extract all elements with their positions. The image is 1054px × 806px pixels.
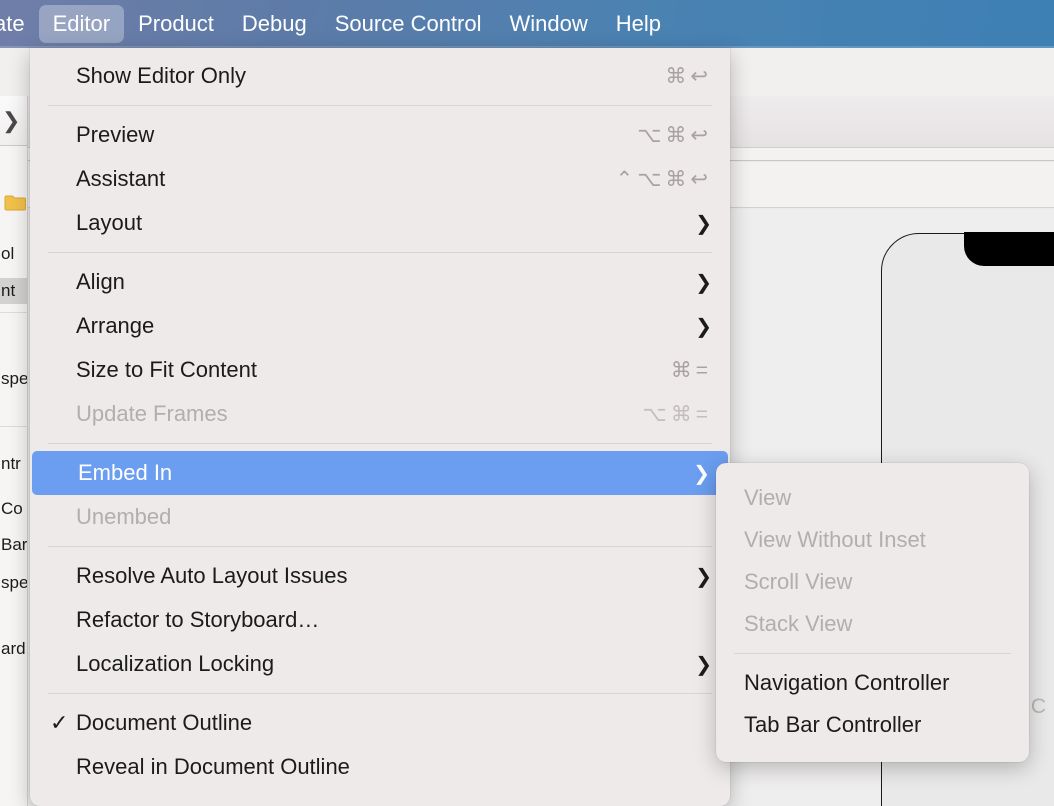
chevron-right-icon: ❯: [695, 315, 712, 338]
menu-item-label: Localization Locking: [76, 651, 275, 676]
menu-bar[interactable]: ate Editor Product Debug Source Control …: [0, 0, 1054, 48]
submenu-item-label: View Without Inset: [744, 527, 926, 552]
submenu-item-label: View: [744, 485, 792, 510]
menu-item-label: Reveal in Document Outline: [76, 754, 350, 779]
checkmark-icon: ✓: [50, 710, 69, 735]
navigator-divider: [0, 312, 27, 313]
chevron-right-icon: ❯: [695, 271, 712, 294]
chevron-right-icon: ❯: [695, 653, 712, 676]
menu-item-label: Unembed: [76, 504, 172, 529]
menu-item-preview[interactable]: Preview ⌥⌘↩: [30, 113, 730, 157]
menu-item-assistant[interactable]: Assistant ⌃⌥⌘↩: [30, 157, 730, 201]
navigator-row[interactable]: Co: [0, 496, 27, 522]
navigator-row[interactable]: Bar: [0, 532, 27, 558]
menu-separator: [48, 105, 712, 106]
menu-item-refactor-to-storyboard[interactable]: Refactor to Storyboard…: [30, 598, 730, 642]
submenu-item-label: Navigation Controller: [744, 670, 950, 695]
device-notch: [964, 232, 1054, 266]
menubar-item-debug[interactable]: Debug: [228, 5, 321, 42]
menubar-item-window[interactable]: Window: [496, 5, 602, 42]
submenu-item-stack-view: Stack View: [716, 603, 1029, 645]
navigator-row[interactable]: ol: [0, 241, 27, 267]
menu-item-label: Align: [76, 269, 125, 294]
menu-item-update-frames: Update Frames ⌥⌘=: [30, 392, 730, 436]
menu-item-label: Preview: [76, 122, 155, 147]
app-window: ❯ ol nt spe ntr Co Bar spe ard C ate Edi…: [0, 0, 1054, 806]
menu-item-shortcut: ⌘↩: [665, 64, 712, 88]
navigator-row[interactable]: ntr: [0, 451, 27, 477]
menu-item-align[interactable]: Align ❯: [30, 260, 730, 304]
menu-item-label: Refactor to Storyboard…: [76, 607, 320, 632]
menubar-item-product[interactable]: Product: [124, 5, 228, 42]
navigator-row[interactable]: nt: [0, 278, 27, 304]
menu-item-shortcut: ⌘=: [670, 358, 712, 382]
menu-item-document-outline[interactable]: ✓ Document Outline: [30, 701, 730, 745]
menu-item-embed-in[interactable]: Embed In ❯: [32, 451, 728, 495]
navigator-row[interactable]: spe: [0, 570, 27, 596]
menu-item-unembed: Unembed: [30, 495, 730, 539]
chevron-right-icon: ❯: [695, 565, 712, 588]
menu-item-arrange[interactable]: Arrange ❯: [30, 304, 730, 348]
menu-item-label: Assistant: [76, 166, 166, 191]
menu-item-reveal-in-document-outline[interactable]: Reveal in Document Outline: [30, 745, 730, 789]
submenu-separator: [734, 653, 1011, 654]
navigator-row[interactable]: spe: [0, 366, 27, 392]
embed-in-submenu[interactable]: View View Without Inset Scroll View Stac…: [716, 463, 1029, 762]
menubar-item-source-control[interactable]: Source Control: [321, 5, 496, 42]
menu-item-label: Show Editor Only: [76, 63, 246, 88]
menubar-item-ate[interactable]: ate: [0, 5, 39, 42]
menubar-item-editor[interactable]: Editor: [38, 5, 125, 43]
menu-item-shortcut: ⌥⌘↩: [637, 123, 712, 147]
menu-separator: [48, 252, 712, 253]
folder-icon: [4, 194, 26, 212]
menu-item-label: Document Outline: [76, 710, 253, 735]
menu-item-size-to-fit-content[interactable]: Size to Fit Content ⌘=: [30, 348, 730, 392]
menu-item-label: Resolve Auto Layout Issues: [76, 563, 348, 588]
menu-item-label: Arrange: [76, 313, 155, 338]
navigator-toolbar: ❯: [0, 96, 27, 146]
submenu-item-label: Tab Bar Controller: [744, 712, 922, 737]
submenu-item-label: Stack View: [744, 611, 853, 636]
menu-item-shortcut: ⌥⌘=: [642, 402, 712, 426]
submenu-item-view: View: [716, 477, 1029, 519]
chevron-right-icon: ❯: [693, 462, 710, 485]
menu-item-resolve-auto-layout-issues[interactable]: Resolve Auto Layout Issues ❯: [30, 554, 730, 598]
navigator-sidebar[interactable]: ❯ ol nt spe ntr Co Bar spe ard: [0, 96, 28, 806]
menu-item-label: Embed In: [78, 460, 173, 485]
submenu-item-label: Scroll View: [744, 569, 853, 594]
submenu-item-tab-bar-controller[interactable]: Tab Bar Controller: [716, 704, 1029, 746]
menu-item-layout[interactable]: Layout ❯: [30, 201, 730, 245]
menu-item-localization-locking[interactable]: Localization Locking ❯: [30, 642, 730, 686]
menu-item-label: Layout: [76, 210, 143, 235]
menu-item-label: Update Frames: [76, 401, 228, 426]
menu-item-shortcut: ⌃⌥⌘↩: [615, 167, 712, 191]
menubar-item-help[interactable]: Help: [602, 5, 675, 42]
submenu-item-view-without-inset: View Without Inset: [716, 519, 1029, 561]
navigator-divider: [0, 426, 27, 427]
menu-separator: [48, 693, 712, 694]
chevron-right-icon[interactable]: ❯: [2, 110, 20, 132]
navigator-row[interactable]: ard: [0, 636, 27, 662]
menu-item-show-editor-only[interactable]: Show Editor Only ⌘↩: [30, 54, 730, 98]
submenu-item-scroll-view: Scroll View: [716, 561, 1029, 603]
menu-separator: [48, 443, 712, 444]
chevron-right-icon: ❯: [695, 212, 712, 235]
submenu-item-navigation-controller[interactable]: Navigation Controller: [716, 662, 1029, 704]
editor-dropdown-menu[interactable]: Show Editor Only ⌘↩ Preview ⌥⌘↩ Assistan…: [30, 48, 730, 806]
menu-item-label: Size to Fit Content: [76, 357, 257, 382]
menu-separator: [48, 546, 712, 547]
